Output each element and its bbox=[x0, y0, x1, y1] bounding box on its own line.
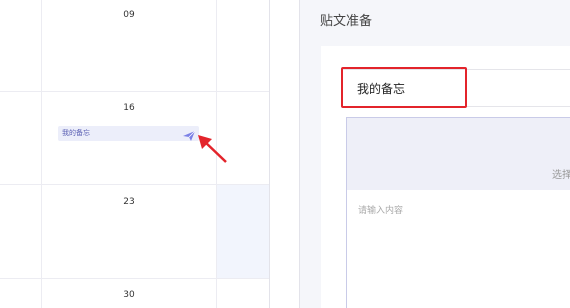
calendar-row-divider bbox=[0, 278, 269, 279]
send-icon[interactable] bbox=[182, 127, 196, 146]
calendar-day-number[interactable]: 30 bbox=[42, 290, 216, 300]
calendar-day-number[interactable]: 16 bbox=[42, 103, 216, 113]
content-textarea[interactable]: 请输入内容 bbox=[346, 190, 570, 308]
calendar-day-number[interactable]: 09 bbox=[42, 10, 216, 20]
calendar-selected-cell[interactable] bbox=[217, 185, 269, 278]
media-upload-area[interactable]: 选择 bbox=[346, 117, 570, 191]
calendar-panel: 09 16 23 30 我的备忘 bbox=[0, 0, 270, 308]
annotation-highlight-box bbox=[341, 67, 467, 108]
calendar-column-divider bbox=[42, 0, 217, 308]
event-chip-label: 我的备忘 bbox=[62, 129, 90, 137]
calendar-day-number[interactable]: 23 bbox=[42, 197, 216, 207]
upload-prompt-text: 选择 bbox=[552, 170, 570, 181]
editor-card: 我的备忘 选择 请输入内容 bbox=[321, 46, 570, 308]
content-placeholder: 请输入内容 bbox=[358, 206, 404, 216]
post-prep-panel: 贴文准备 我的备忘 选择 请输入内容 bbox=[299, 0, 570, 308]
calendar-event-chip[interactable]: 我的备忘 bbox=[58, 126, 199, 141]
panel-title: 贴文准备 bbox=[320, 14, 373, 29]
calendar-row-divider bbox=[0, 91, 269, 92]
calendar-column-divider bbox=[0, 0, 42, 308]
annotation-arrow-icon bbox=[198, 135, 227, 163]
